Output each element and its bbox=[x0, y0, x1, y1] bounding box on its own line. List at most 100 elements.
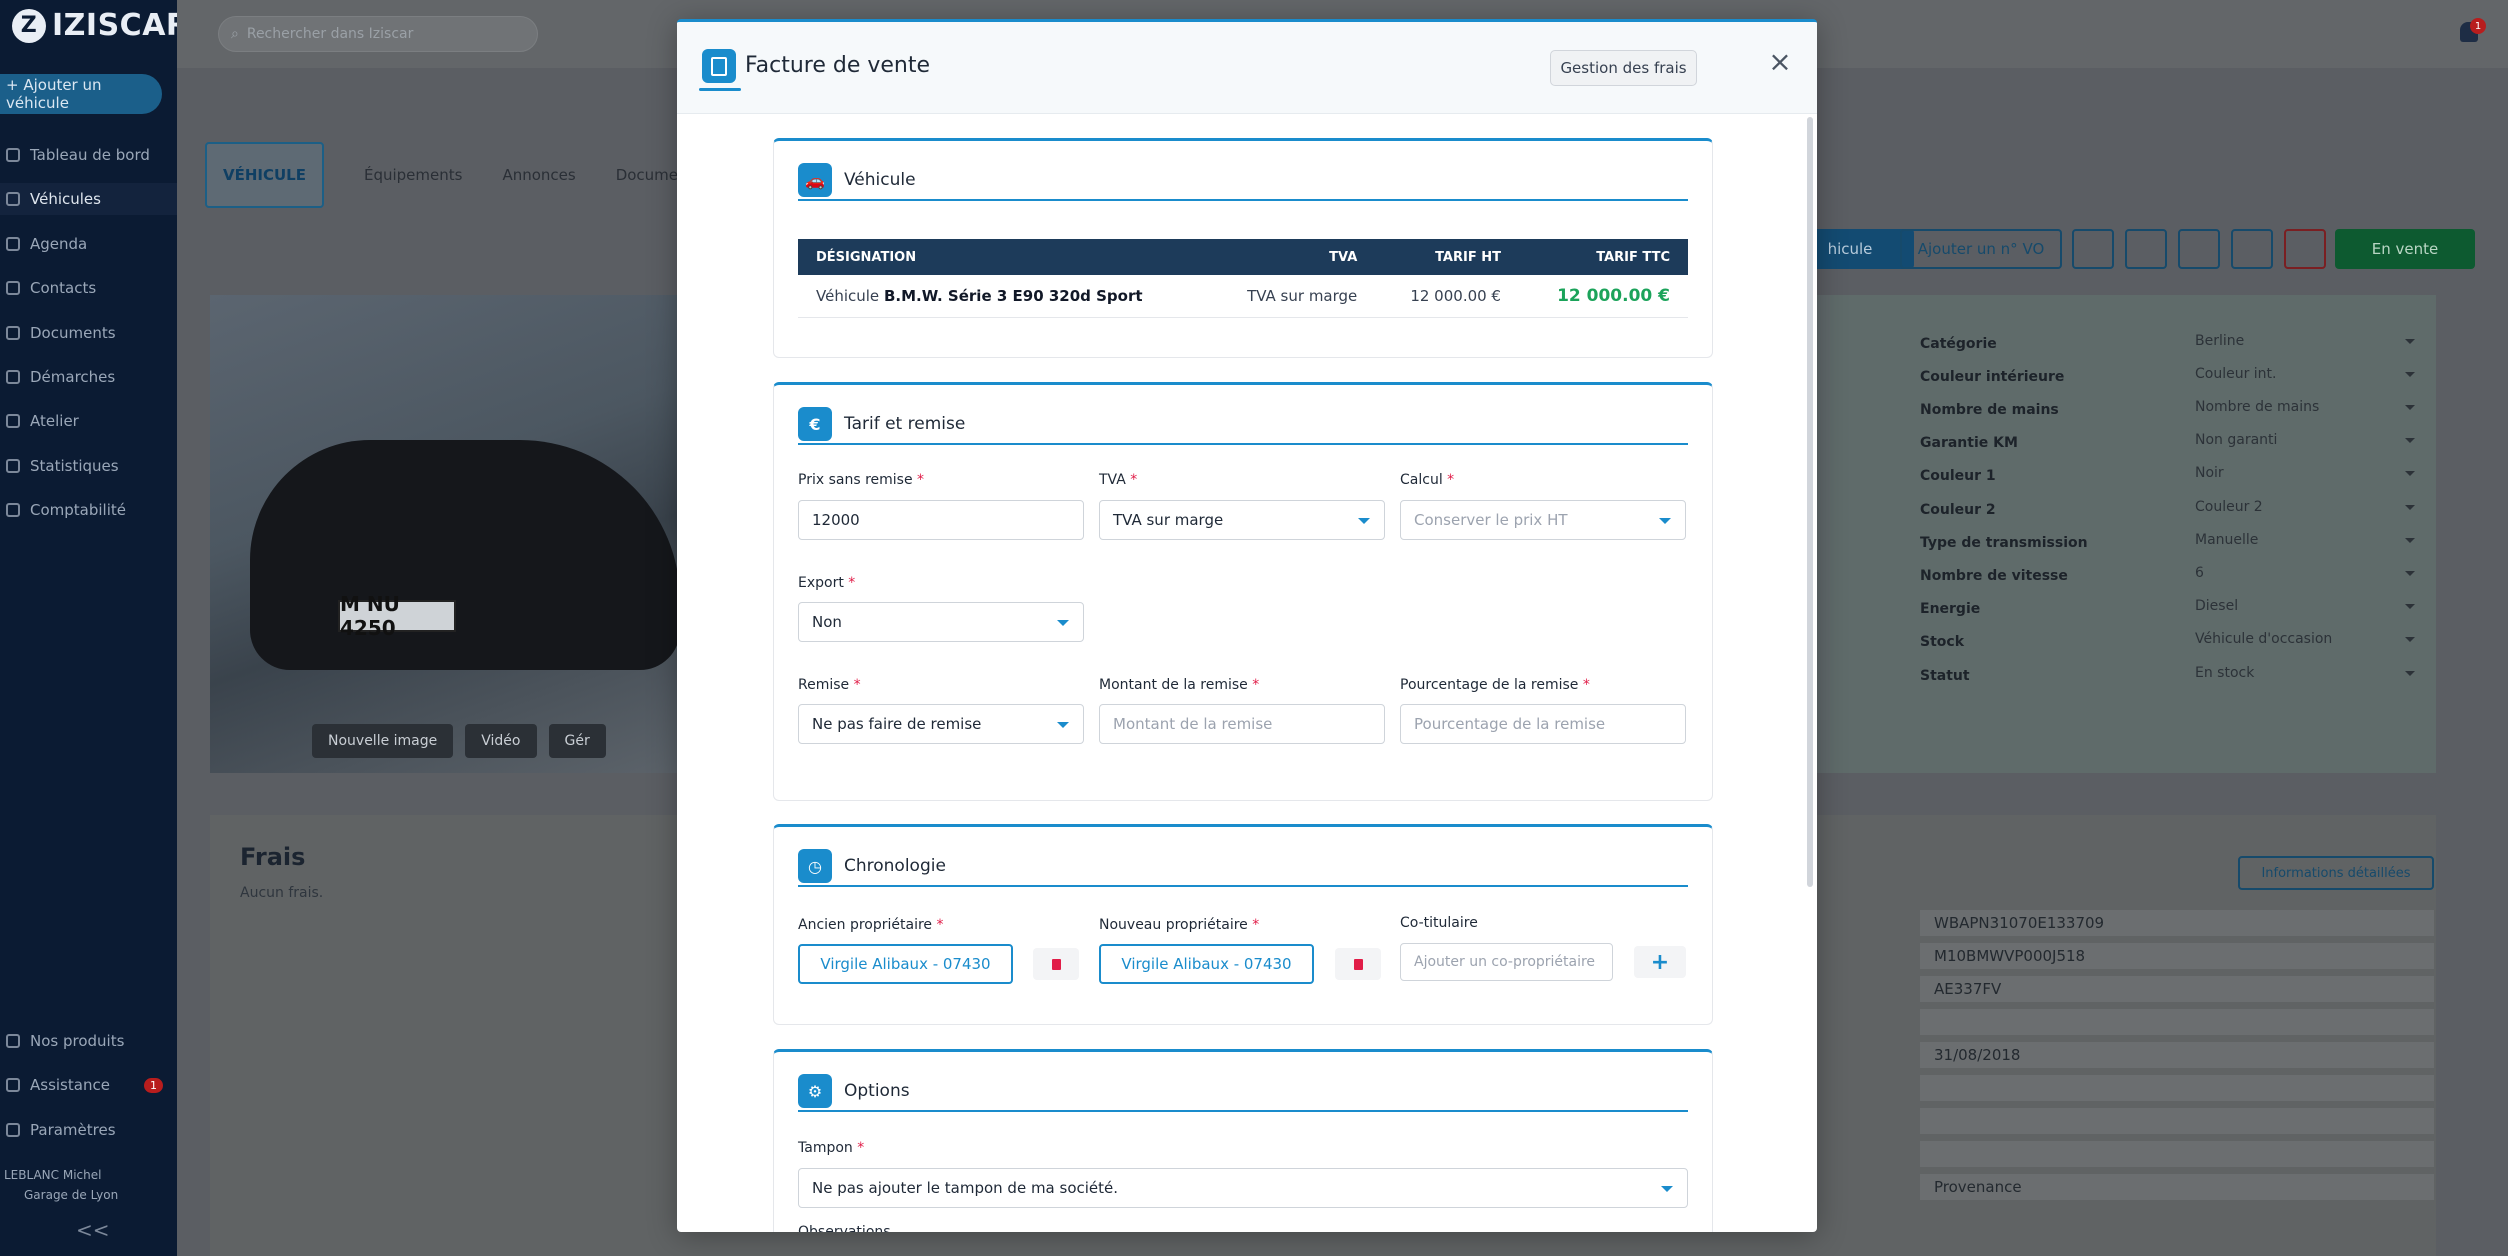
modal-scrollbar[interactable] bbox=[1807, 117, 1813, 887]
attr-select[interactable]: Nombre de mains bbox=[2195, 399, 2415, 415]
add-vo-button[interactable]: Ajouter un n° VO bbox=[1900, 229, 2062, 269]
manage-fees-button[interactable]: Gestion des frais bbox=[1550, 50, 1697, 86]
attr-select[interactable]: Couleur 2 bbox=[2195, 499, 2415, 515]
close-icon[interactable]: × bbox=[1765, 45, 1795, 78]
video-button[interactable]: Vidéo bbox=[465, 724, 537, 758]
section-header: ◷ Chronologie bbox=[798, 847, 1688, 887]
detail-field[interactable] bbox=[1920, 1141, 2434, 1167]
nav-item-demarches[interactable]: Démarches bbox=[0, 361, 177, 393]
delete-vehicle-icon[interactable] bbox=[2284, 229, 2326, 269]
nav-item-documents[interactable]: Documents bbox=[0, 317, 177, 349]
tva-cell: TVA sur marge bbox=[1209, 275, 1376, 318]
user-menu[interactable]: LEBLANC Michel Garage de Lyon bbox=[0, 1165, 118, 1205]
status-dropdown-button[interactable]: En vente bbox=[2335, 229, 2475, 269]
attr-select[interactable]: En stock bbox=[2195, 665, 2415, 681]
attr-value[interactable]: 6 bbox=[2195, 565, 2415, 581]
registration-field[interactable]: AE337FV bbox=[1920, 976, 2434, 1002]
montant-input[interactable]: Montant de la remise bbox=[1099, 704, 1385, 744]
section-title: Véhicule bbox=[844, 170, 916, 190]
cotitulaire-input[interactable]: Ajouter un co-propriétaire bbox=[1400, 943, 1613, 981]
trash-icon[interactable] bbox=[1335, 948, 1381, 980]
attr-label: Couleur intérieure bbox=[1920, 369, 2065, 385]
attr-label: Stock bbox=[1920, 634, 1965, 650]
attr-select[interactable]: Non garanti bbox=[2195, 432, 2415, 448]
search-icon: ⌕ bbox=[231, 26, 239, 42]
nav-item-atelier[interactable]: Atelier bbox=[0, 405, 177, 437]
section-title: Options bbox=[844, 1081, 910, 1101]
detailed-info-button[interactable]: Informations détaillées bbox=[2238, 856, 2434, 890]
detail-field[interactable] bbox=[1920, 1009, 2434, 1035]
user-name: LEBLANC Michel bbox=[4, 1168, 102, 1182]
export-label: Export * bbox=[798, 575, 856, 591]
calcul-select[interactable]: Conserver le prix HT bbox=[1400, 500, 1686, 540]
nav-item-contacts[interactable]: Contacts bbox=[0, 272, 177, 304]
nav-item-assistance[interactable]: Assistance 1 bbox=[0, 1069, 177, 1101]
frais-title: Frais bbox=[240, 843, 306, 871]
attr-select[interactable]: Véhicule d'occasion bbox=[2195, 631, 2415, 647]
modal-header: Facture de vente Gestion des frais × bbox=[677, 22, 1817, 114]
ht-cell: 12 000.00 € bbox=[1375, 275, 1519, 318]
ancien-label: Ancien propriétaire * bbox=[798, 917, 944, 933]
provenance-select[interactable]: Provenance bbox=[1920, 1174, 2434, 1200]
remise-select[interactable]: Ne pas faire de remise bbox=[798, 704, 1084, 744]
calendar-action-icon[interactable] bbox=[2231, 229, 2273, 269]
car-shape bbox=[250, 440, 680, 670]
attr-select[interactable]: Couleur int. bbox=[2195, 366, 2415, 382]
attr-select[interactable]: Manuelle bbox=[2195, 532, 2415, 548]
app-logo[interactable]: Z IZISCAR bbox=[12, 8, 190, 43]
section-header: € Tarif et remise bbox=[798, 405, 1688, 445]
car-icon bbox=[6, 192, 20, 206]
manage-photos-button[interactable]: Gér bbox=[548, 724, 606, 758]
attr-label: Nombre de vitesse bbox=[1920, 568, 2068, 584]
prix-label: Prix sans remise * bbox=[798, 472, 925, 488]
info-icon[interactable] bbox=[2178, 229, 2220, 269]
detail-field[interactable] bbox=[1920, 1075, 2434, 1101]
add-cotitulaire-button[interactable]: + bbox=[1634, 946, 1686, 978]
collapse-sidebar-icon[interactable]: << bbox=[76, 1218, 110, 1242]
ancien-proprietaire-chip[interactable]: Virgile Alibaux - 07430 bbox=[798, 944, 1013, 984]
detail-field[interactable] bbox=[1920, 1108, 2434, 1134]
tab-vehicule[interactable]: VÉHICULE bbox=[205, 142, 324, 208]
new-image-button[interactable]: Nouvelle image bbox=[312, 724, 454, 758]
attr-select[interactable]: Berline bbox=[2195, 333, 2415, 349]
nouveau-proprietaire-chip[interactable]: Virgile Alibaux - 07430 bbox=[1099, 944, 1314, 984]
global-search-input[interactable]: ⌕ Rechercher dans Iziscar bbox=[218, 16, 538, 52]
pourcentage-label: Pourcentage de la remise * bbox=[1400, 677, 1590, 693]
prix-input[interactable]: 12000 bbox=[798, 500, 1084, 540]
nav-item-products[interactable]: Nos produits bbox=[0, 1025, 177, 1057]
nav-item-vehicles[interactable]: Véhicules bbox=[0, 183, 177, 215]
add-vehicle-button[interactable]: + Ajouter un véhicule bbox=[0, 74, 162, 114]
tab-annonces[interactable]: Annonces bbox=[502, 166, 575, 184]
nav-item-agenda[interactable]: Agenda bbox=[0, 228, 177, 260]
nav-item-dashboard[interactable]: Tableau de bord bbox=[0, 139, 177, 171]
export-select[interactable]: Non bbox=[798, 602, 1084, 642]
date-field[interactable]: 31/08/2018 bbox=[1920, 1042, 2434, 1068]
type-field[interactable]: M10BMWVP000J518 bbox=[1920, 943, 2434, 969]
pourcentage-input[interactable]: Pourcentage de la remise bbox=[1400, 704, 1686, 744]
montant-label: Montant de la remise * bbox=[1099, 677, 1260, 693]
tab-equipements[interactable]: Équipements bbox=[364, 166, 462, 184]
vin-field[interactable]: WBAPN31070E133709 bbox=[1920, 910, 2434, 936]
col-tva: TVA bbox=[1209, 239, 1376, 275]
frais-empty-text: Aucun frais. bbox=[240, 885, 324, 901]
nav-item-settings[interactable]: Paramètres bbox=[0, 1114, 177, 1146]
print-icon[interactable] bbox=[2125, 229, 2167, 269]
nav-item-comptabilite[interactable]: Comptabilité bbox=[0, 494, 177, 526]
attr-select[interactable]: Noir bbox=[2195, 465, 2415, 481]
tva-label: TVA * bbox=[1099, 472, 1138, 488]
attr-select[interactable]: Diesel bbox=[2195, 598, 2415, 614]
section-header: ⚙ Options bbox=[798, 1072, 1688, 1112]
col-tarif-ht: TARIF HT bbox=[1375, 239, 1519, 275]
notification-badge: 1 bbox=[2470, 18, 2486, 34]
chronologie-section: ◷ Chronologie Ancien propriétaire * Virg… bbox=[773, 824, 1713, 1025]
attr-label: Energie bbox=[1920, 601, 1981, 617]
col-tarif-ttc: TARIF TTC bbox=[1518, 239, 1688, 275]
assistance-badge: 1 bbox=[143, 1077, 163, 1093]
duplicate-icon[interactable] bbox=[2072, 229, 2114, 269]
nav-item-statistiques[interactable]: Statistiques bbox=[0, 450, 177, 482]
tampon-select[interactable]: Ne pas ajouter le tampon de ma société. bbox=[798, 1168, 1688, 1208]
dashboard-icon bbox=[6, 148, 20, 162]
tva-select[interactable]: TVA sur marge bbox=[1099, 500, 1385, 540]
euro-icon: € bbox=[798, 407, 832, 441]
trash-icon[interactable] bbox=[1033, 948, 1079, 980]
